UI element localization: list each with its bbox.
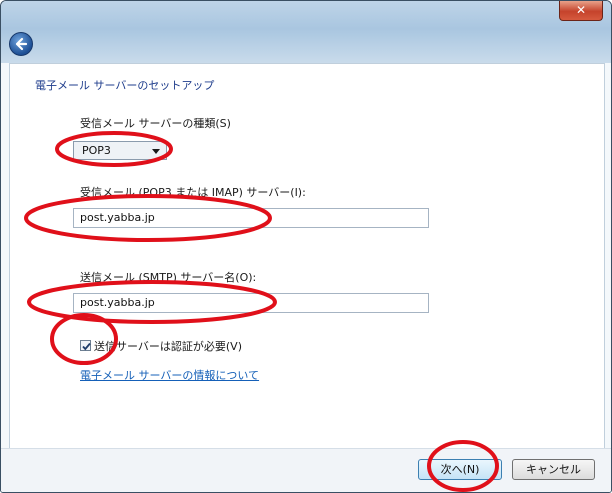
outgoing-server-input[interactable]: post.yabba.jp <box>73 293 429 313</box>
incoming-server-value: post.yabba.jp <box>80 211 155 224</box>
outgoing-server-label: 送信メール (SMTP) サーバー名(O): <box>80 271 257 284</box>
next-button[interactable]: 次へ(N) <box>418 459 502 480</box>
cancel-button[interactable]: キャンセル <box>512 459 595 480</box>
close-button[interactable]: ✕ <box>559 1 603 21</box>
incoming-type-value: POP3 <box>82 144 111 157</box>
back-arrow-icon <box>15 37 28 51</box>
auth-required-label: 送信サーバーは認証が必要(V) <box>94 340 242 353</box>
chevron-down-icon <box>152 149 160 154</box>
incoming-server-label: 受信メール (POP3 または IMAP) サーバー(I): <box>80 186 306 199</box>
incoming-server-input[interactable]: post.yabba.jp <box>73 208 429 228</box>
title-bar: ✕ <box>1 1 611 63</box>
outgoing-server-value: post.yabba.jp <box>80 296 155 309</box>
close-icon: ✕ <box>575 3 587 17</box>
page-title: 電子メール サーバーのセットアップ <box>35 79 215 92</box>
incoming-type-select[interactable]: POP3 <box>73 141 167 160</box>
incoming-type-label: 受信メール サーバーの種類(S) <box>80 117 231 130</box>
server-info-link[interactable]: 電子メール サーバーの情報について <box>80 367 259 383</box>
auth-required-checkbox[interactable] <box>80 340 91 351</box>
back-button[interactable] <box>9 32 33 56</box>
checkmark-icon <box>82 342 91 351</box>
dialog-window: ✕ 電子メール サーバーのセットアップ 受信メール サーバーの種類(S) POP… <box>0 0 612 493</box>
